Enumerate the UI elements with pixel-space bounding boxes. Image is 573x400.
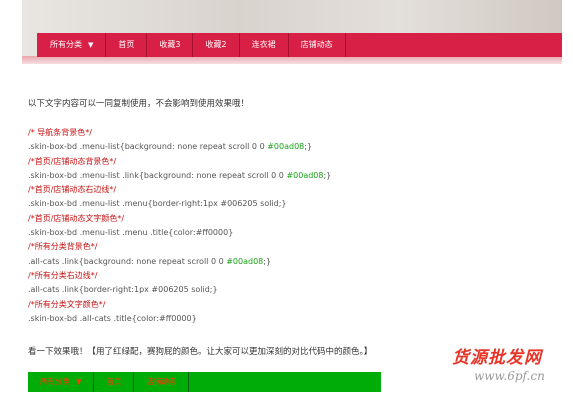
chevron-down-icon: ▼ — [76, 378, 82, 386]
code-text-suffix: ;} — [263, 256, 272, 266]
nav-favorites-3[interactable]: 收藏3 — [147, 33, 194, 57]
result-nav-all-categories[interactable]: 所有分类 ▼ — [28, 372, 95, 392]
nav-all-categories[interactable]: 所有分类 ▼ — [37, 33, 107, 57]
watermark-url: www.6pf.cn — [474, 369, 545, 383]
code-css-line: .skin-box-bd .all-cats .title{color:#ff0… — [28, 312, 548, 326]
code-text: .skin-box-bd .menu-list .menu{border-rig… — [28, 199, 287, 209]
code-color-value: #00ad08 — [226, 256, 264, 266]
watermark-title: 货源批发网 — [452, 348, 542, 368]
code-comment-line: /*所有分类右边线*/ — [28, 269, 548, 283]
intro-text: 以下文字内容可以一同复制使用，不会影响到使用效果哦！ — [28, 99, 250, 109]
code-text: /*所有分类文字颜色*/ — [28, 299, 106, 309]
code-text: .all-cats .link{border-right:1px #006205… — [28, 285, 218, 295]
code-comment-line: /*首页/店铺动态背景色*/ — [28, 155, 548, 169]
top-navigation-bar: 所有分类 ▼ 首页 收藏3 收藏2 连衣裙 店铺动态 — [37, 33, 562, 57]
code-text-suffix: ;} — [304, 142, 313, 152]
code-comment-line: /*首页/店铺动态文字颜色*/ — [28, 212, 548, 226]
banner-shadow — [22, 56, 562, 64]
code-text: .skin-box-bd .menu-list .menu .title{col… — [28, 228, 234, 238]
chevron-down-icon: ▼ — [88, 41, 94, 49]
code-css-line: .all-cats .link{background: none repeat … — [28, 255, 548, 269]
code-comment-line: /*所有分类文字颜色*/ — [28, 298, 548, 312]
code-text: /*所有分类背景色*/ — [28, 242, 98, 252]
code-text: .all-cats .link{background: none repeat … — [28, 256, 227, 266]
code-color-value: #00ad08 — [267, 142, 305, 152]
code-css-line: .skin-box-bd .menu-list .link{background… — [28, 169, 548, 183]
code-text: .skin-box-bd .menu-list{background: none… — [28, 142, 268, 152]
code-css-line: .all-cats .link{border-right:1px #006205… — [28, 283, 548, 297]
code-text: /* 导航条背景色*/ — [28, 128, 92, 137]
code-css-line: .skin-box-bd .menu-list{background: none… — [28, 140, 548, 154]
code-css-line: .skin-box-bd .menu-list .menu .title{col… — [28, 226, 548, 240]
code-color-value: #00ad08 — [286, 170, 324, 180]
code-comment-line: /*首页/店铺动态右边线*/ — [28, 183, 548, 197]
nav-store-news[interactable]: 店铺动态 — [289, 33, 346, 57]
result-text: 看一下效果哦！【用了红绿配，赛狗屁的颜色。让大家可以更加深刻的对比代码中的颜色。… — [28, 347, 373, 357]
watermark-logo: 货源批发网 www.6pf.cn — [452, 343, 570, 393]
nav-favorites-2[interactable]: 收藏2 — [193, 33, 240, 57]
result-nav-home[interactable]: 首页 — [94, 372, 135, 392]
code-css-line: .skin-box-bd .menu-list .menu{border-rig… — [28, 197, 548, 211]
result-nav-all-categories-label: 所有分类 — [40, 377, 70, 386]
result-navigation-bar: 所有分类 ▼ 首页 店铺动态 — [28, 372, 381, 392]
css-code-block: /* 导航条背景色*/ .skin-box-bd .menu-list{backg… — [28, 126, 548, 326]
code-comment-line: /* 导航条背景色*/ — [28, 126, 548, 140]
code-text: .skin-box-bd .menu-list .link{background… — [28, 170, 287, 180]
nav-home[interactable]: 首页 — [106, 33, 148, 57]
code-text: .skin-box-bd .all-cats .title{color:#ff0… — [28, 313, 197, 323]
code-text: /*首页/店铺动态背景色*/ — [28, 156, 117, 166]
result-nav-store-news[interactable]: 店铺动态 — [134, 372, 190, 392]
code-text: /*首页/店铺动态右边线*/ — [28, 185, 117, 195]
code-text-suffix: ;} — [323, 170, 332, 180]
nav-dresses[interactable]: 连衣裙 — [240, 33, 289, 57]
code-comment-line: /*所有分类背景色*/ — [28, 240, 548, 254]
code-text: /*所有分类右边线*/ — [28, 270, 98, 280]
code-text: /*首页/店铺动态文字颜色*/ — [28, 213, 125, 223]
nav-all-categories-label: 所有分类 — [50, 40, 82, 49]
